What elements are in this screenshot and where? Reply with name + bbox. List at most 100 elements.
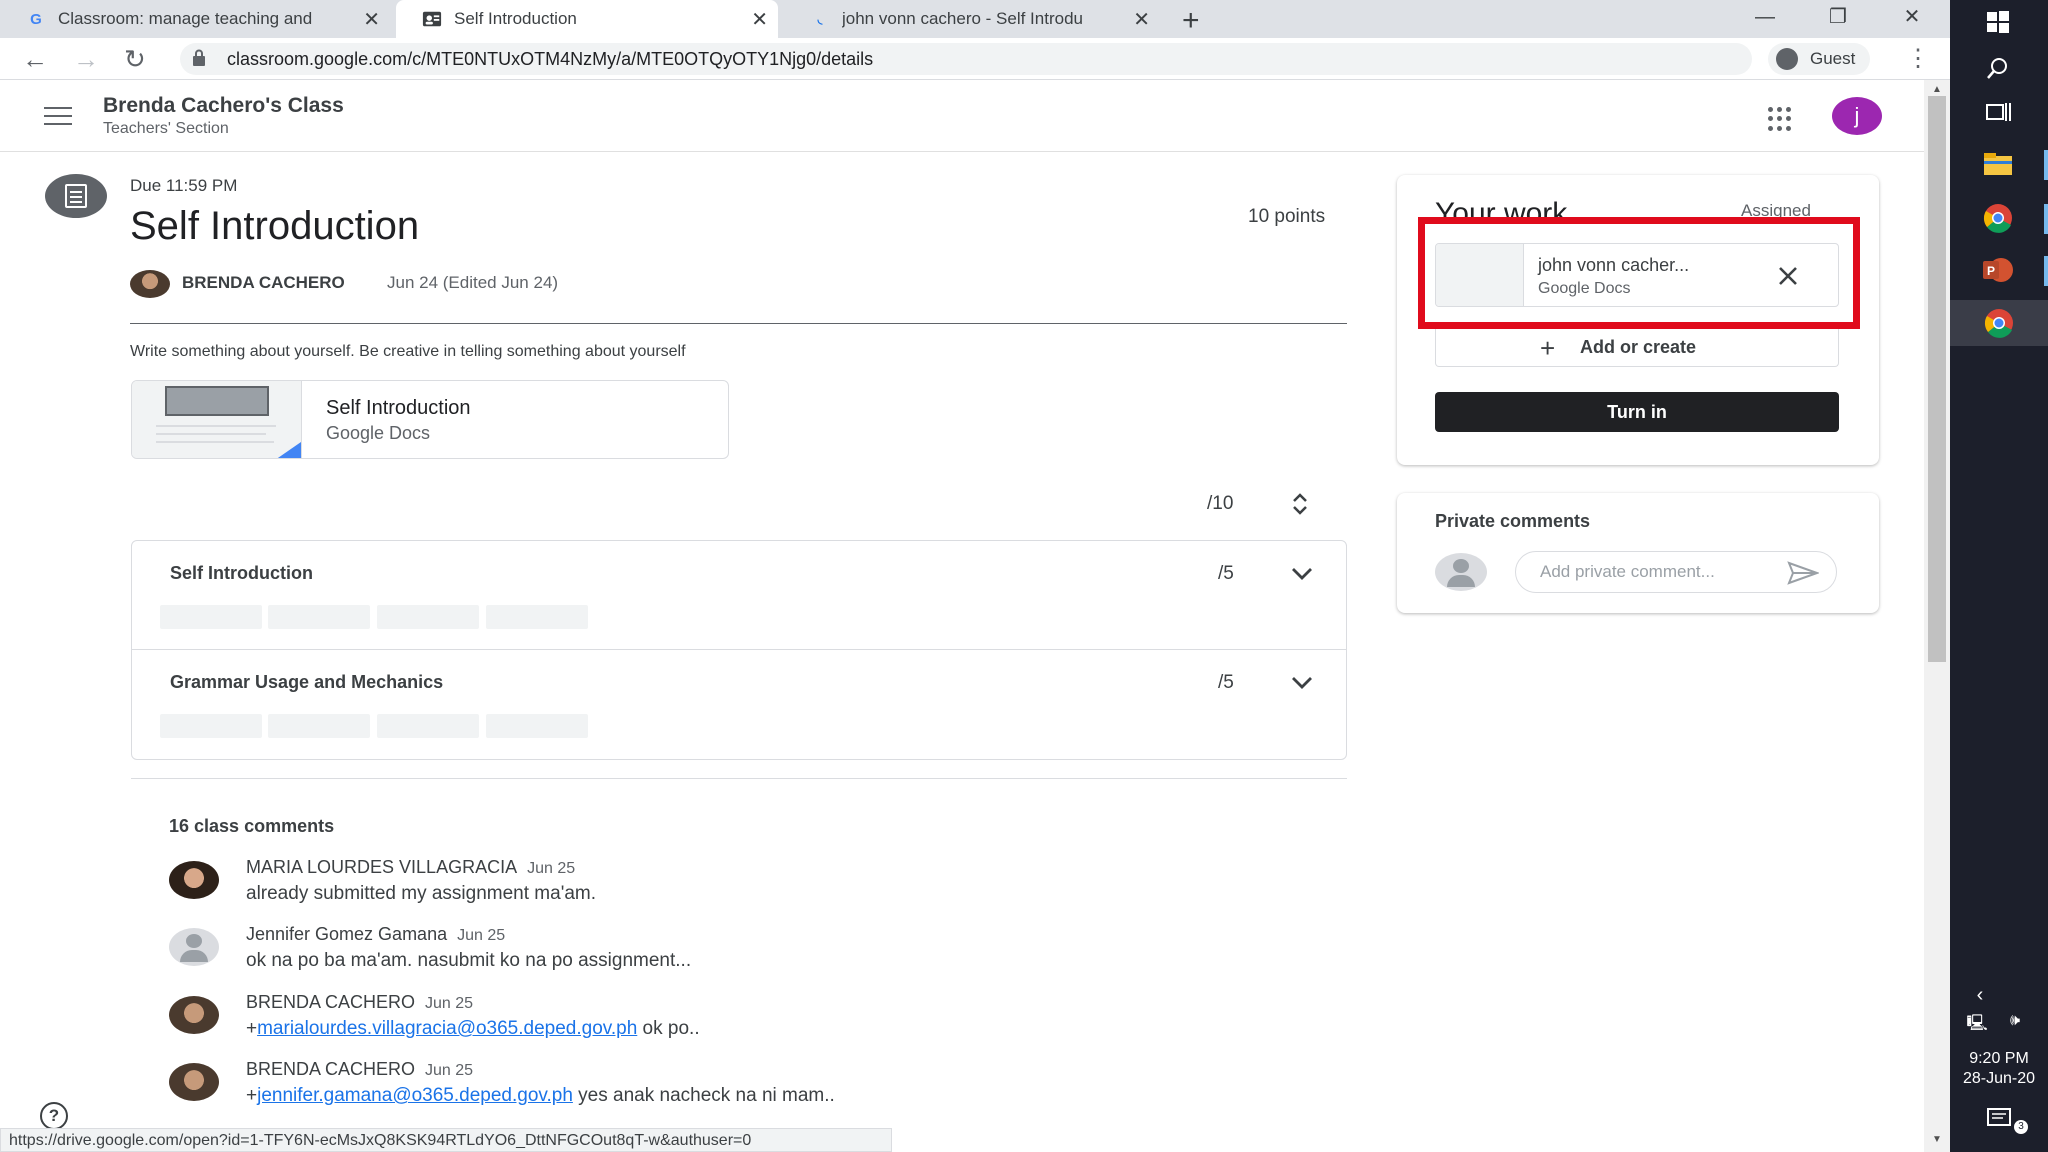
chevron-down-icon[interactable] xyxy=(1290,561,1314,585)
tab-title: Self Introduction xyxy=(454,9,577,28)
classroom-icon xyxy=(422,9,442,29)
classroom-header: Brenda Cachero's Class Teachers' Section… xyxy=(0,80,1924,152)
show-hidden-icons-icon[interactable]: ‹ xyxy=(1965,984,1995,1007)
close-tab-icon[interactable]: ✕ xyxy=(751,7,768,32)
level-placeholder xyxy=(160,605,262,629)
file-explorer-icon[interactable] xyxy=(1976,142,2020,186)
close-window-icon[interactable]: ✕ xyxy=(1882,0,1942,34)
windows-taskbar: P xyxy=(1950,0,2048,1152)
powerpoint-icon[interactable]: P xyxy=(1976,248,2020,292)
scroll-down-icon[interactable]: ▼ xyxy=(1929,1134,1945,1145)
account-avatar[interactable]: j xyxy=(1832,97,1882,135)
commenter-avatar xyxy=(169,861,219,899)
close-tab-icon[interactable]: ✕ xyxy=(1133,7,1150,32)
comment-date: Jun 25 xyxy=(527,860,576,877)
main-menu-icon[interactable] xyxy=(44,107,72,125)
profile-button[interactable]: Guest xyxy=(1768,43,1870,75)
docs-icon xyxy=(275,442,301,458)
assignment-points: 10 points xyxy=(1248,206,1326,227)
class-section: Teachers' Section xyxy=(103,120,229,137)
attachment-card[interactable]: Self Introduction Google Docs xyxy=(131,380,729,459)
comment: BRENDA CACHERO Jun 25 +marialourdes.villa… xyxy=(169,992,1069,1052)
tab-classroom-home[interactable]: G Classroom: manage teaching and ✕ xyxy=(0,0,390,38)
chrome-active-icon[interactable] xyxy=(1950,300,2048,346)
add-or-create-button[interactable]: + Add or create xyxy=(1435,329,1839,367)
author-name: BRENDA CACHERO xyxy=(182,273,345,292)
loading-icon: ◟ xyxy=(817,12,823,26)
windows-start-icon[interactable] xyxy=(1976,0,2020,44)
google-icon: G xyxy=(30,10,42,28)
comment: BRENDA CACHERO Jun 25 +jennifer.gamana@o3… xyxy=(169,1059,1069,1119)
profile-label: Guest xyxy=(1810,49,1856,68)
help-icon[interactable]: ? xyxy=(40,1102,68,1130)
reload-icon[interactable]: ↻ xyxy=(124,44,146,75)
volume-icon[interactable]: 🕪 xyxy=(2000,1012,2030,1030)
user-avatar xyxy=(1435,553,1487,591)
level-placeholder xyxy=(268,714,370,738)
back-icon[interactable]: ← xyxy=(22,44,48,75)
send-icon[interactable] xyxy=(1787,561,1819,585)
rubric: Self Introduction /5 Grammar Usage and M… xyxy=(131,540,1347,760)
scroll-up-icon[interactable]: ▲ xyxy=(1929,84,1945,95)
clock-date[interactable]: 28-Jun-20 xyxy=(1950,1070,2048,1088)
rubric-criterion[interactable]: Self Introduction /5 xyxy=(132,541,1346,649)
author-avatar xyxy=(130,270,170,298)
minimize-icon[interactable]: — xyxy=(1735,0,1795,34)
expand-collapse-icon[interactable] xyxy=(1290,492,1310,516)
chevron-down-icon[interactable] xyxy=(1290,670,1314,694)
screen: G Classroom: manage teaching and ✕ Self … xyxy=(0,0,2048,1152)
divider xyxy=(131,778,1347,779)
forward-icon[interactable]: → xyxy=(73,44,99,75)
chrome-icon[interactable] xyxy=(1976,196,2020,240)
your-work-card: Your work Assigned john vonn cacher... G… xyxy=(1397,175,1879,465)
level-placeholder xyxy=(377,605,479,629)
attachment-thumbnail xyxy=(132,381,302,458)
browser-menu-icon[interactable]: ⋮ xyxy=(1906,44,1930,73)
browser-tab-bar: G Classroom: manage teaching and ✕ Self … xyxy=(0,0,1950,38)
level-placeholder xyxy=(377,714,479,738)
turn-in-button[interactable]: Turn in xyxy=(1435,392,1839,432)
attachment-type: Google Docs xyxy=(326,423,431,443)
running-indicator xyxy=(2044,256,2048,286)
comment-body: yes anak nacheck na ni mam.. xyxy=(572,1085,835,1106)
network-icon[interactable]: 🖳 xyxy=(1962,1012,1992,1039)
tab-title: Classroom: manage teaching and xyxy=(58,9,313,28)
mention-prefix: + xyxy=(246,1018,258,1039)
link-status-bar: https://drive.google.com/open?id=1-TFY6N… xyxy=(0,1128,892,1152)
close-tab-icon[interactable]: ✕ xyxy=(363,7,380,32)
scrollbar-thumb[interactable] xyxy=(1928,96,1946,662)
search-icon[interactable] xyxy=(1976,46,2020,90)
mention-link[interactable]: jennifer.gamana@o365.deped.gov.ph xyxy=(257,1085,573,1106)
comment-date: Jun 25 xyxy=(425,995,474,1012)
new-tab-icon[interactable]: + xyxy=(1182,4,1200,38)
lock-icon xyxy=(193,49,205,66)
comment-author: Jennifer Gomez Gamana xyxy=(246,924,448,944)
google-apps-icon[interactable] xyxy=(1768,107,1792,131)
tab-john-vonn-doc[interactable]: ◟ john vonn cachero - Self Introdu ✕ xyxy=(784,0,1160,38)
rubric-criterion[interactable]: Grammar Usage and Mechanics /5 xyxy=(132,649,1346,757)
commenter-avatar xyxy=(169,996,219,1034)
comment: MARIA LOURDES VILLAGRACIA Jun 25 already … xyxy=(169,857,1069,917)
comment-text: +jennifer.gamana@o365.deped.gov.ph yes a… xyxy=(246,1085,835,1107)
task-view-icon[interactable] xyxy=(1976,90,2020,134)
profile-icon xyxy=(1776,48,1798,70)
add-or-create-label: Add or create xyxy=(1580,337,1697,357)
due-date: Due 11:59 PM xyxy=(130,176,238,195)
clock-time[interactable]: 9:20 PM xyxy=(1950,1050,2048,1068)
comment-body: ok po.. xyxy=(637,1018,700,1039)
criterion-max: /5 xyxy=(1218,563,1234,584)
annotation-highlight-box xyxy=(1418,217,1860,329)
action-center-icon[interactable] xyxy=(1986,1108,2014,1132)
url-field[interactable]: classroom.google.com/c/MTE0NTUxOTM4NzMy/… xyxy=(180,43,1752,75)
level-placeholder xyxy=(486,714,588,738)
private-comments-title: Private comments xyxy=(1435,511,1591,531)
grade-total: /10 xyxy=(1207,493,1234,514)
url-text: classroom.google.com/c/MTE0NTUxOTM4NzMy/… xyxy=(227,49,874,69)
restore-icon[interactable]: ❐ xyxy=(1808,0,1868,34)
tab-self-introduction[interactable]: Self Introduction ✕ xyxy=(396,0,778,38)
class-name[interactable]: Brenda Cachero's Class xyxy=(103,94,344,118)
private-comments-card: Private comments Add private comment... xyxy=(1397,493,1879,613)
class-comments-count[interactable]: 16 class comments xyxy=(169,816,334,837)
running-indicator xyxy=(2044,204,2048,234)
mention-link[interactable]: marialourdes.villagracia@o365.deped.gov.… xyxy=(257,1018,637,1039)
